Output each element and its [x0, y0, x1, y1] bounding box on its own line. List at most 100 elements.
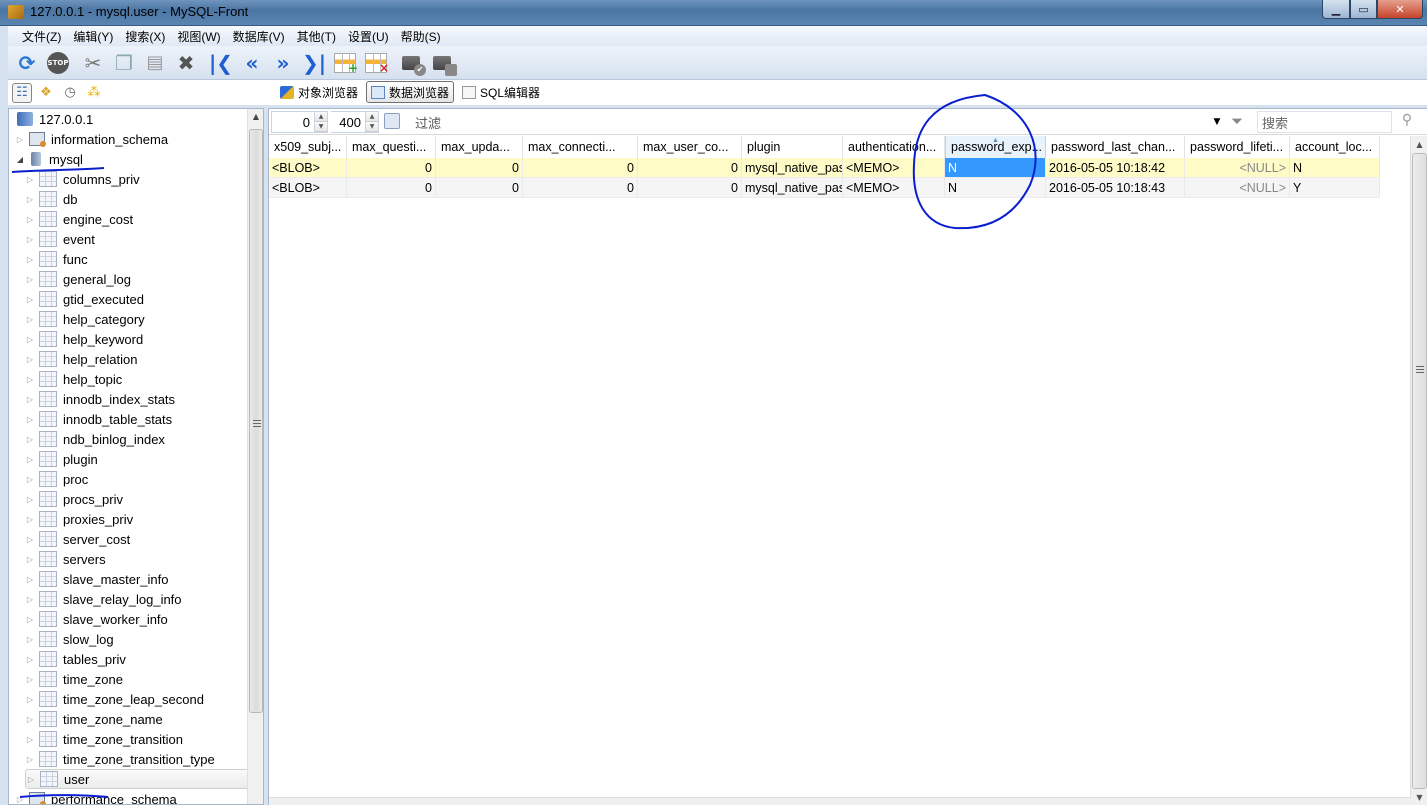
table-row[interactable]: <BLOB> 0 0 0 0 mysql_native_pas <MEMO> N 2016-05…: [269, 158, 1380, 178]
expand-icon[interactable]: ▷: [25, 255, 35, 264]
tree-table-item[interactable]: ▷ procs_priv: [25, 489, 263, 509]
tree-scrollbar[interactable]: ▲: [247, 109, 263, 804]
table-cell[interactable]: 0: [638, 158, 742, 178]
expand-icon[interactable]: ▷: [15, 135, 25, 144]
column-header[interactable]: account_loc...: [1290, 136, 1380, 158]
menu-file[interactable]: 文件(Z): [16, 28, 67, 45]
tree-table-item[interactable]: ▷ func: [25, 249, 263, 269]
table-cell[interactable]: 0: [523, 178, 638, 198]
expand-icon[interactable]: ▷: [25, 535, 35, 544]
expand-icon[interactable]: ▷: [25, 695, 35, 704]
table-cell[interactable]: 0: [436, 178, 523, 198]
table-cell[interactable]: <NULL>: [1185, 158, 1290, 178]
grid-scroll-thumb[interactable]: [1412, 153, 1427, 789]
expand-icon[interactable]: ▷: [25, 175, 35, 184]
expand-icon[interactable]: ▷: [26, 775, 36, 784]
scroll-up-icon[interactable]: ▲: [248, 109, 263, 125]
table-cell[interactable]: mysql_native_pas: [742, 178, 843, 198]
tree-table-item[interactable]: ▷ time_zone_leap_second: [25, 689, 263, 709]
tree-table-item[interactable]: ▷ time_zone: [25, 669, 263, 689]
filter-dropdown-icon[interactable]: ▼: [1209, 113, 1225, 131]
tree-table-item[interactable]: ▷ time_zone_name: [25, 709, 263, 729]
tree-table-item[interactable]: ▷ event: [25, 229, 263, 249]
tree-table-item[interactable]: ▷ slave_worker_info: [25, 609, 263, 629]
tree-table-item[interactable]: ▷ help_relation: [25, 349, 263, 369]
tree-table-item[interactable]: ▷ plugin: [25, 449, 263, 469]
tree-table-item[interactable]: ▷ proxies_priv: [25, 509, 263, 529]
expand-icon[interactable]: ▷: [25, 655, 35, 664]
table-cell[interactable]: 0: [523, 158, 638, 178]
column-header[interactable]: max_upda...: [436, 136, 523, 158]
menu-settings[interactable]: 设置(U): [342, 28, 395, 45]
expand-icon[interactable]: ▷: [15, 795, 25, 804]
column-header[interactable]: max_connecti...: [523, 136, 638, 158]
tree-table-item[interactable]: ▷ time_zone_transition_type: [25, 749, 263, 769]
tree-table-item[interactable]: ▷ columns_priv: [25, 169, 263, 189]
grid-vertical-scrollbar[interactable]: ▲ ▼: [1410, 136, 1427, 805]
decrement-icon[interactable]: ▼: [366, 122, 378, 132]
column-header[interactable]: password_lifeti...: [1185, 136, 1290, 158]
expand-icon[interactable]: ▷: [25, 715, 35, 724]
table-cell[interactable]: <NULL>: [1185, 178, 1290, 198]
tree-database-mysql[interactable]: ◢ mysql: [15, 149, 255, 169]
tree-table-item[interactable]: ▷ help_keyword: [25, 329, 263, 349]
table-cell[interactable]: N: [945, 178, 1046, 198]
cancel-record-button[interactable]: [429, 50, 457, 76]
tree-table-item[interactable]: ▷ ndb_binlog_index: [25, 429, 263, 449]
cut-button[interactable]: ✂: [80, 50, 106, 76]
table-cell[interactable]: mysql_native_pas: [742, 158, 843, 178]
column-header[interactable]: x509_subj...: [269, 136, 347, 158]
tree-scroll-thumb[interactable]: [249, 129, 263, 713]
expand-icon[interactable]: ▷: [25, 595, 35, 604]
column-header[interactable]: plugin: [742, 136, 843, 158]
decrement-icon[interactable]: ▼: [315, 122, 327, 132]
tree-table-item[interactable]: ▷ innodb_table_stats: [25, 409, 263, 429]
tab-object-browser[interactable]: 对象浏览器: [276, 81, 362, 103]
tab-data-browser[interactable]: 数据浏览器: [366, 81, 455, 103]
last-record-button[interactable]: ❯|: [301, 50, 327, 76]
expand-icon[interactable]: ▷: [25, 395, 35, 404]
expand-icon[interactable]: ▷: [25, 635, 35, 644]
expand-icon[interactable]: ▷: [25, 195, 35, 204]
tree-table-item[interactable]: ▷ slave_master_info: [25, 569, 263, 589]
insert-record-button[interactable]: +: [332, 50, 358, 76]
collapse-icon[interactable]: ◢: [15, 155, 25, 164]
tree-view-button[interactable]: ☷: [12, 82, 32, 103]
expand-icon[interactable]: ▷: [25, 215, 35, 224]
table-cell[interactable]: 0: [347, 158, 436, 178]
expand-icon[interactable]: ▷: [25, 575, 35, 584]
expand-icon[interactable]: ▷: [25, 235, 35, 244]
copy-button[interactable]: ❐: [111, 50, 137, 76]
column-header[interactable]: max_user_co...: [638, 136, 742, 158]
menu-database[interactable]: 数据库(V): [227, 28, 291, 45]
tree-server[interactable]: 127.0.0.1: [13, 109, 253, 129]
previous-record-button[interactable]: «: [239, 50, 265, 76]
menu-edit[interactable]: 编辑(Y): [67, 28, 119, 45]
bookmarks-button[interactable]: ❖: [36, 83, 56, 103]
tree-table-item[interactable]: ▷ user: [25, 769, 263, 789]
delete-button[interactable]: ✖: [173, 50, 199, 76]
offset-stepper[interactable]: 0 ▲ ▼: [271, 111, 328, 133]
offset-value[interactable]: 0: [272, 115, 314, 130]
limit-value[interactable]: 400: [331, 115, 365, 130]
paste-button[interactable]: ▤: [142, 50, 168, 76]
tree-table-item[interactable]: ▷ general_log: [25, 269, 263, 289]
tree-table-item[interactable]: ▷ time_zone_transition: [25, 729, 263, 749]
increment-icon[interactable]: ▲: [315, 112, 327, 122]
post-record-button[interactable]: ✔: [398, 50, 426, 76]
expand-icon[interactable]: ▷: [25, 335, 35, 344]
table-cell[interactable]: N: [1290, 158, 1380, 178]
first-record-button[interactable]: |❮: [208, 50, 234, 76]
table-cell[interactable]: 0: [436, 158, 523, 178]
tab-sql-editor[interactable]: SQL编辑器: [458, 81, 544, 103]
delete-record-button[interactable]: ×: [363, 50, 389, 76]
refresh-button[interactable]: ⟳: [14, 50, 40, 76]
expand-icon[interactable]: ▷: [25, 555, 35, 564]
column-header[interactable]: authentication...: [843, 136, 945, 158]
tree-table-item[interactable]: ▷ help_category: [25, 309, 263, 329]
table-cell[interactable]: 2016-05-05 10:18:42: [1046, 158, 1185, 178]
expand-icon[interactable]: ▷: [25, 755, 35, 764]
minimize-button[interactable]: ▁: [1322, 0, 1350, 19]
search-input[interactable]: 搜索: [1257, 111, 1392, 133]
expand-icon[interactable]: ▷: [25, 495, 35, 504]
